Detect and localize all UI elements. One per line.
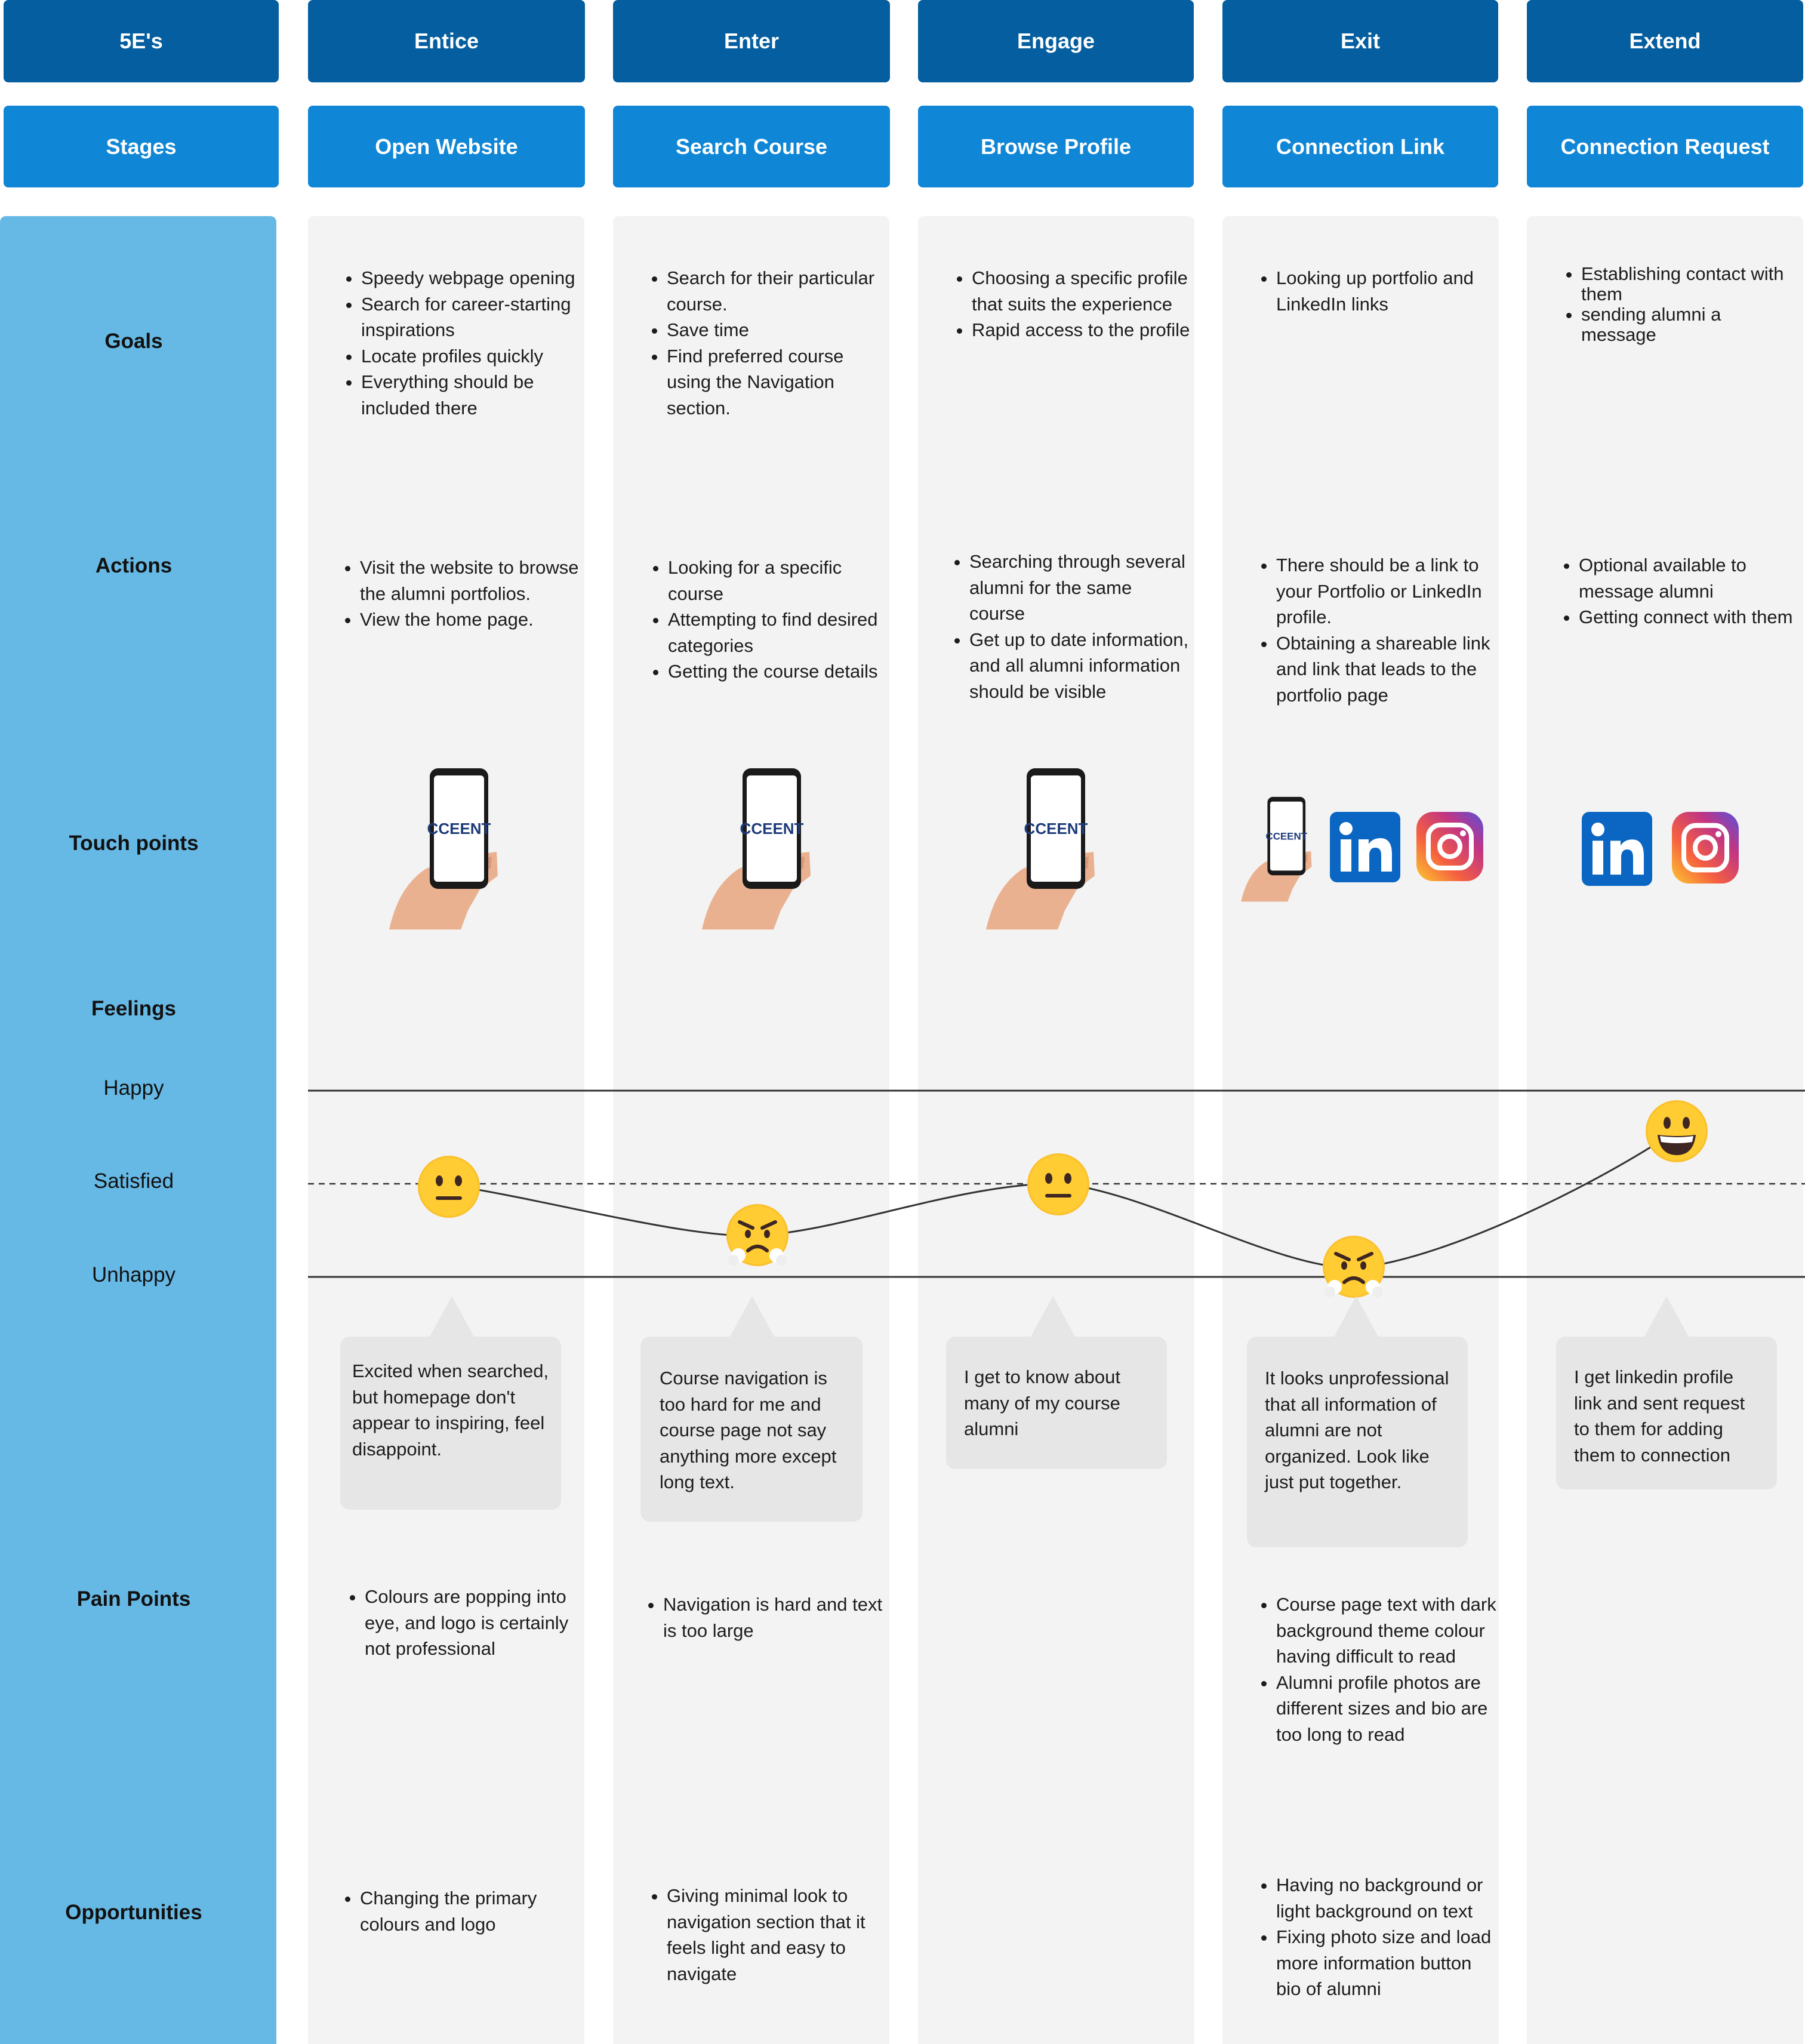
list-item: Changing the primary colours and logo	[360, 1885, 587, 1937]
opportunities-list-enter: Giving minimal look to navigation sectio…	[645, 1883, 888, 1987]
neutral-face-icon	[417, 1155, 481, 1219]
list-item: Alumni profile photos are different size…	[1276, 1670, 1497, 1748]
quote-bubble-entice: Excited when searched, but homepage don'…	[340, 1296, 561, 1510]
bubble-tail	[430, 1296, 474, 1337]
quote-text: I get to know about many of my course al…	[964, 1366, 1120, 1439]
angry-face-icon	[725, 1203, 790, 1267]
quote-bubble-exit: It looks unprofessional that all informa…	[1247, 1296, 1468, 1547]
quote-bubble-enter: Course navigation is too hard for me and…	[640, 1296, 863, 1522]
list-item: Navigation is hard and text is too large	[663, 1592, 890, 1643]
quote-text: Course navigation is too hard for me and…	[660, 1368, 837, 1492]
opportunities-list-entice: Changing the primary colours and logo	[338, 1885, 587, 1937]
pain-points-list-enter: Navigation is hard and text is too large	[642, 1592, 890, 1643]
feelings-graph	[308, 1089, 1805, 1278]
angry-face-icon	[1322, 1235, 1386, 1299]
list-item: Fixing photo size and load more informat…	[1276, 1924, 1497, 2002]
list-item: Giving minimal look to navigation sectio…	[667, 1883, 888, 1987]
pain-points-list-entice: Colours are popping into eye, and logo i…	[343, 1584, 580, 1662]
bubble-tail	[1644, 1296, 1689, 1337]
bubble-tail	[1031, 1296, 1075, 1337]
quote-text: I get linkedin profile link and sent req…	[1574, 1366, 1745, 1466]
quote-bubble-extend: I get linkedin profile link and sent req…	[1556, 1296, 1777, 1489]
list-item: Course page text with dark background th…	[1276, 1592, 1497, 1670]
neutral-face-icon	[1026, 1152, 1091, 1217]
quote-text: Excited when searched, but homepage don'…	[352, 1360, 549, 1460]
opportunities-list-exit: Having no background or light background…	[1255, 1872, 1497, 2002]
quote-bubble-engage: I get to know about many of my course al…	[946, 1296, 1167, 1469]
list-item: Having no background or light background…	[1276, 1872, 1497, 1924]
grinning-face-icon	[1644, 1099, 1709, 1163]
pain-points-list-exit: Course page text with dark background th…	[1255, 1592, 1497, 1747]
quote-text: It looks unprofessional that all informa…	[1265, 1368, 1449, 1492]
bubble-tail	[730, 1296, 774, 1337]
bubble-tail	[1334, 1296, 1378, 1337]
list-item: Colours are popping into eye, and logo i…	[365, 1584, 580, 1662]
